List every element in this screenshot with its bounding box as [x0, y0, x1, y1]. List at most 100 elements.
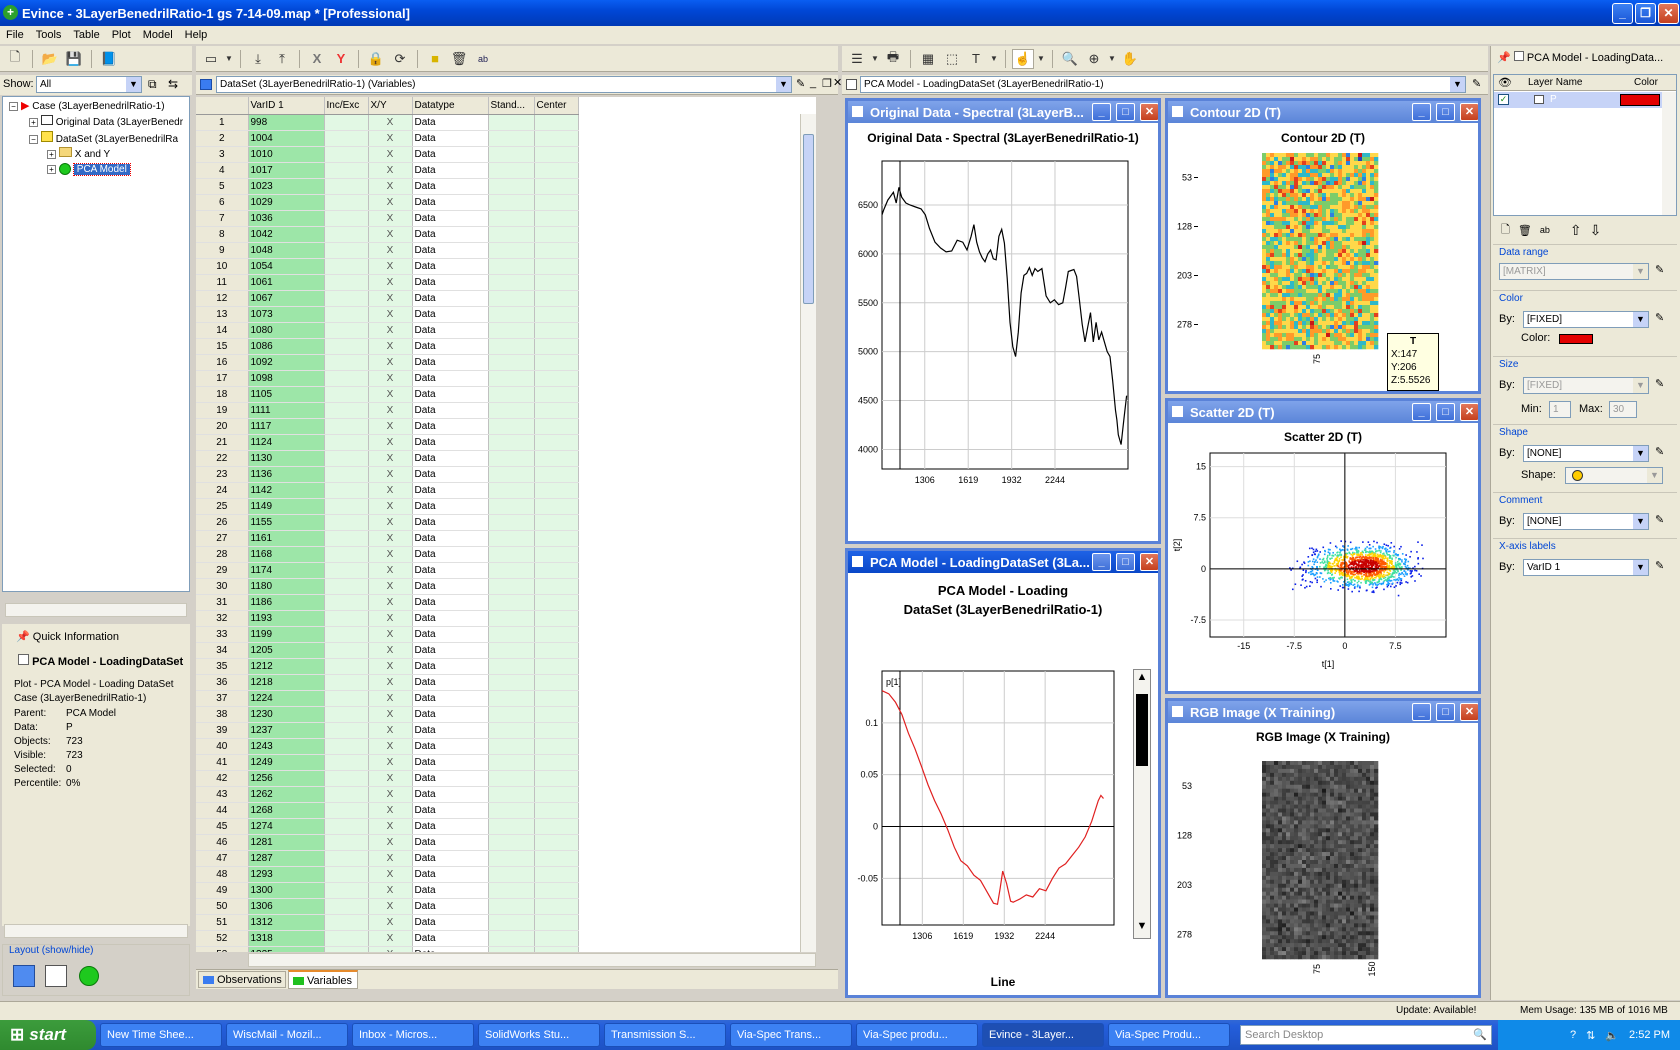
- center-cell[interactable]: [534, 946, 579, 952]
- maximize-button[interactable]: □: [1116, 103, 1135, 121]
- loading-line-chart[interactable]: 1306 1619 1932 2244-0.0500.050.1p[1]: [848, 645, 1158, 975]
- stand-cell[interactable]: [488, 306, 535, 323]
- center-cell[interactable]: [534, 434, 579, 451]
- varid-cell[interactable]: 1161: [248, 530, 325, 547]
- center-cell[interactable]: [534, 578, 579, 595]
- incexc-cell[interactable]: [324, 754, 369, 771]
- table-row[interactable]: 531325XData: [196, 946, 579, 952]
- varid-cell[interactable]: 1199: [248, 626, 325, 643]
- row-number[interactable]: 43: [196, 786, 249, 803]
- incexc-cell[interactable]: [324, 786, 369, 803]
- stand-cell[interactable]: [488, 514, 535, 531]
- datatype-cell[interactable]: Data: [412, 402, 489, 419]
- stand-cell[interactable]: [488, 754, 535, 771]
- col-header-stand[interactable]: Stand...: [488, 97, 535, 115]
- tree-item-dataset[interactable]: − DataSet (3LayerBenedrilRa: [29, 131, 178, 145]
- pin-icon[interactable]: ✎: [1472, 77, 1481, 90]
- xy-cell[interactable]: X: [368, 370, 413, 387]
- row-number[interactable]: 1: [196, 114, 249, 131]
- x-icon[interactable]: X: [306, 49, 328, 69]
- table-row[interactable]: 38 1230 X Data: [196, 706, 579, 723]
- incexc-cell[interactable]: [324, 642, 369, 659]
- yellow-square-icon[interactable]: ■: [424, 49, 446, 69]
- layout-icon[interactable]: ☰: [846, 49, 868, 69]
- grid-hscrollbar[interactable]: [248, 953, 816, 967]
- table-row[interactable]: 22 1130 X Data: [196, 450, 579, 467]
- stand-cell[interactable]: [488, 802, 535, 819]
- datatype-cell[interactable]: Data: [412, 210, 489, 227]
- center-cell[interactable]: [534, 530, 579, 547]
- row-number[interactable]: 47: [196, 850, 249, 867]
- table-row[interactable]: 46 1281 X Data: [196, 834, 579, 851]
- xy-cell[interactable]: X: [368, 546, 413, 563]
- xy-cell[interactable]: X: [368, 338, 413, 355]
- table-row[interactable]: 24 1142 X Data: [196, 482, 579, 499]
- export-icon[interactable]: ⤒: [271, 49, 293, 69]
- row-number[interactable]: 2: [196, 130, 249, 147]
- xy-cell[interactable]: X: [368, 834, 413, 851]
- datatype-cell[interactable]: Data: [412, 418, 489, 435]
- incexc-cell[interactable]: [324, 738, 369, 755]
- grid-vscrollbar[interactable]: [800, 114, 816, 952]
- datatype-cell[interactable]: Data: [412, 610, 489, 627]
- stand-cell[interactable]: [488, 498, 535, 515]
- xy-cell[interactable]: X: [368, 306, 413, 323]
- datatype-cell[interactable]: Data: [412, 866, 489, 883]
- stand-cell[interactable]: [488, 450, 535, 467]
- center-cell[interactable]: [534, 114, 579, 131]
- xy-cell[interactable]: X: [368, 162, 413, 179]
- stand-cell[interactable]: [488, 642, 535, 659]
- row-number[interactable]: 28: [196, 546, 249, 563]
- row-number[interactable]: 35: [196, 658, 249, 675]
- stand-cell[interactable]: [488, 338, 535, 355]
- center-cell[interactable]: [534, 930, 579, 947]
- varid-cell[interactable]: 1318: [248, 930, 325, 947]
- table-row[interactable]: 8 1042 X Data: [196, 226, 579, 243]
- varid-cell[interactable]: 1274: [248, 818, 325, 835]
- xy-cell[interactable]: X: [368, 178, 413, 195]
- row-number[interactable]: 44: [196, 802, 249, 819]
- xy-cell[interactable]: X: [368, 210, 413, 227]
- import-icon[interactable]: ⤓: [247, 49, 269, 69]
- color-by-combo[interactable]: [FIXED] ▼: [1523, 311, 1649, 328]
- varid-cell[interactable]: 1262: [248, 786, 325, 803]
- chevron-down-icon[interactable]: ▼: [1036, 49, 1046, 69]
- row-number[interactable]: 48: [196, 866, 249, 883]
- row-number[interactable]: 17: [196, 370, 249, 387]
- xy-cell[interactable]: X: [368, 866, 413, 883]
- minimize-button[interactable]: _: [1612, 3, 1633, 24]
- row-number[interactable]: 24: [196, 482, 249, 499]
- row-number[interactable]: 4: [196, 162, 249, 179]
- varid-cell[interactable]: 1017: [248, 162, 325, 179]
- row-number[interactable]: 38: [196, 706, 249, 723]
- center-cell[interactable]: [534, 610, 579, 627]
- row-number[interactable]: 33: [196, 626, 249, 643]
- scatter-plot[interactable]: -15 -7.5 0 7.5-7.507.515t[1]t[2]: [1168, 449, 1478, 689]
- row-number[interactable]: 3: [196, 146, 249, 163]
- tree-item-case[interactable]: − ▶ Case (3LayerBenedrilRatio-1): [9, 99, 165, 112]
- incexc-cell[interactable]: [324, 706, 369, 723]
- xy-cell[interactable]: X: [368, 530, 413, 547]
- row-number[interactable]: 15: [196, 338, 249, 355]
- varid-cell[interactable]: 1092: [248, 354, 325, 371]
- layout-white-square-icon[interactable]: [45, 965, 67, 987]
- xy-cell[interactable]: X: [368, 626, 413, 643]
- center-cell[interactable]: [534, 274, 579, 291]
- xy-cell[interactable]: X: [368, 818, 413, 835]
- stand-cell[interactable]: [488, 914, 535, 931]
- incexc-cell[interactable]: [324, 850, 369, 867]
- xy-cell[interactable]: X: [368, 130, 413, 147]
- window-icon[interactable]: ▭: [200, 49, 222, 69]
- varid-cell[interactable]: 1054: [248, 258, 325, 275]
- pin-icon[interactable]: 📌: [16, 631, 30, 643]
- table-row[interactable]: 10 1054 X Data: [196, 258, 579, 275]
- col-header-xy[interactable]: X/Y: [368, 97, 413, 115]
- table-row[interactable]: 11 1061 X Data: [196, 274, 579, 291]
- datatype-cell[interactable]: Data: [412, 754, 489, 771]
- spectral-line-chart[interactable]: 1306 1619 1932 2244400045005000550060006500: [848, 159, 1158, 525]
- print-icon[interactable]: 🖶: [882, 49, 904, 69]
- varid-cell[interactable]: 1142: [248, 482, 325, 499]
- stand-cell[interactable]: [488, 594, 535, 611]
- xy-cell[interactable]: X: [368, 754, 413, 771]
- center-cell[interactable]: [534, 418, 579, 435]
